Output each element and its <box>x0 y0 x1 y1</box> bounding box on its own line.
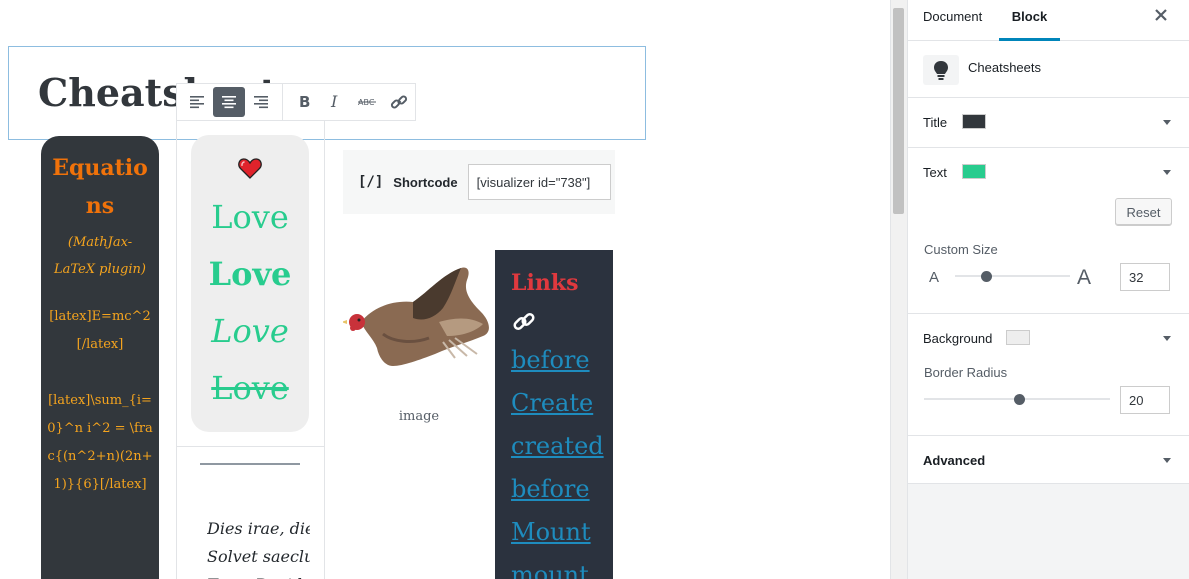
love-text-italic: Love <box>211 312 289 350</box>
block-card: Cheatsheets <box>908 41 1189 98</box>
background-settings-panel: Background Border Radius 20 <box>908 314 1189 436</box>
background-color-label: Background <box>923 331 993 346</box>
shortcode-input[interactable]: [visualizer id="738"] <box>467 164 611 200</box>
equations-block[interactable]: Equations (MathJax-LaTeX plugin) [latex]… <box>41 136 159 579</box>
equations-title: Equations <box>52 155 148 219</box>
poem-line: Teste David cum Sibylla <box>207 571 310 579</box>
separator-line <box>200 463 300 465</box>
text-settings-panel: Text Custom Size A A 32 <box>908 148 1189 314</box>
text-color-swatch[interactable] <box>962 164 986 179</box>
text-color-label: Text <box>923 165 947 180</box>
equations-subtitle: (MathJax-LaTeX plugin) <box>54 235 146 277</box>
link-icon[interactable] <box>383 87 415 117</box>
close-icon[interactable] <box>1154 8 1168 22</box>
links-block[interactable]: Links before Create created before Mount… <box>495 250 613 579</box>
sidebar-footer <box>908 484 1189 579</box>
custom-size-input[interactable]: 32 <box>1120 263 1170 291</box>
equation-formula: [latex]E=mc^2[/latex] <box>49 309 151 352</box>
sidebar-tabs: Document Block <box>908 0 1189 41</box>
column-divider <box>176 446 325 447</box>
chicken-image[interactable] <box>343 262 495 372</box>
align-center-icon[interactable] <box>212 87 245 117</box>
border-radius-slider-thumb[interactable] <box>1014 394 1025 405</box>
love-block[interactable]: Love Love Love Love <box>191 135 309 432</box>
border-radius-input[interactable]: 20 <box>1120 386 1170 414</box>
shortcode-block[interactable]: [/] Shortcode [visualizer id="738"] <box>343 150 615 214</box>
lightbulb-icon <box>923 55 959 85</box>
equation-formula: [latex]\sum_{i=0}^n i^2 = \frac{(n^2+n)(… <box>47 393 153 492</box>
format-toolbar: B I ABC <box>176 83 416 121</box>
custom-size-slider[interactable] <box>955 275 1070 277</box>
poem-line: Dies irae, dies illa <box>207 519 310 538</box>
link-item[interactable]: before <box>511 346 590 374</box>
title-color-panel[interactable]: Title <box>908 98 1189 148</box>
bold-icon[interactable]: B <box>288 87 320 117</box>
tab-document[interactable]: Document <box>923 0 982 41</box>
heart-icon <box>238 158 262 179</box>
advanced-label: Advanced <box>923 453 986 468</box>
advanced-panel[interactable]: Advanced <box>908 436 1189 484</box>
svg-text:I: I <box>330 94 338 110</box>
link-item[interactable]: Create <box>511 389 593 417</box>
image-caption: image <box>398 409 440 424</box>
font-size-large-icon: A <box>1077 266 1092 289</box>
chevron-down-icon[interactable] <box>1163 458 1171 463</box>
custom-size-label: Custom Size <box>924 242 998 257</box>
scrollbar-thumb[interactable] <box>893 8 904 214</box>
strikethrough-icon[interactable]: ABC <box>351 87 383 117</box>
link-item[interactable]: before <box>511 475 590 503</box>
poem-line: Solvet saeclum in favilla <box>207 547 310 566</box>
shortcode-icon: [/] <box>358 174 384 190</box>
toolbar-separator <box>281 83 283 121</box>
links-title: Links <box>511 270 579 296</box>
background-color-swatch[interactable] <box>1006 330 1030 345</box>
chevron-down-icon[interactable] <box>1163 336 1171 341</box>
reset-button[interactable]: Reset <box>1115 198 1172 226</box>
border-radius-label: Border Radius <box>924 365 1008 380</box>
poem-block[interactable]: Dies irae, dies illa Solvet saeclum in f… <box>207 515 310 579</box>
shortcode-label: Shortcode <box>393 174 458 190</box>
love-text-bold: Love <box>208 255 292 293</box>
link-item[interactable]: created <box>511 432 604 460</box>
title-color-swatch[interactable] <box>962 114 986 129</box>
italic-icon[interactable]: I <box>319 87 351 117</box>
link-item[interactable]: mount <box>511 561 589 579</box>
font-size-small-icon: A <box>929 269 940 286</box>
align-left-icon[interactable] <box>181 87 213 117</box>
title-color-label: Title <box>923 115 948 130</box>
settings-sidebar: Document Block Cheatsheets Title Text Cu… <box>907 0 1189 579</box>
custom-size-slider-thumb[interactable] <box>981 271 992 282</box>
block-name: Cheatsheets <box>968 60 1041 75</box>
tab-block[interactable]: Block <box>999 0 1060 41</box>
chevron-down-icon[interactable] <box>1163 120 1171 125</box>
chevron-down-icon[interactable] <box>1163 170 1171 175</box>
svg-text:B: B <box>299 94 310 110</box>
link-chain-icon <box>513 312 535 331</box>
love-text-strikethrough: Love <box>211 369 289 407</box>
align-right-icon[interactable] <box>245 87 277 117</box>
link-item[interactable]: Mount <box>511 518 591 546</box>
love-text-regular: Love <box>211 198 289 236</box>
